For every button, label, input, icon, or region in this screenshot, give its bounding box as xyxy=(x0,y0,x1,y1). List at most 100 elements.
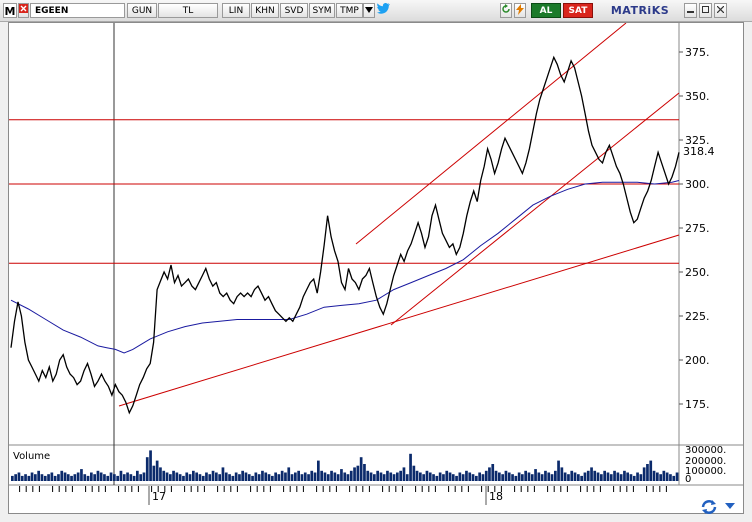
volume-bar xyxy=(527,472,531,481)
currency-button[interactable]: TL xyxy=(158,3,218,18)
volume-bar xyxy=(257,474,261,481)
volume-bar xyxy=(221,467,225,481)
volume-bar xyxy=(465,470,468,481)
volume-bar xyxy=(554,470,557,481)
volume-bar xyxy=(478,472,481,481)
volume-bar xyxy=(122,474,126,481)
volume-bar xyxy=(583,472,587,481)
volume-bar xyxy=(659,474,662,481)
volume-bar xyxy=(73,474,77,481)
triangle-down-icon xyxy=(365,7,373,13)
volume-bar xyxy=(103,474,106,481)
volume-bar xyxy=(261,470,264,481)
volume-bar xyxy=(277,474,281,481)
volume-bar xyxy=(580,475,583,481)
volume-bar xyxy=(30,472,34,481)
volume-bar xyxy=(323,472,327,481)
volume-bar xyxy=(629,474,633,481)
volume-bar xyxy=(379,472,383,481)
volume-bar xyxy=(619,474,623,481)
volume-bar xyxy=(537,472,541,481)
symbol-field[interactable]: EGEEN xyxy=(30,3,125,18)
volume-bar xyxy=(609,474,613,481)
lightning-button[interactable] xyxy=(514,3,526,18)
volume-bar xyxy=(639,474,643,481)
volume-bar xyxy=(155,460,159,481)
volume-bar xyxy=(425,470,429,481)
volume-bar xyxy=(563,472,567,481)
volume-bar xyxy=(530,474,534,481)
volume-bar xyxy=(662,470,666,481)
volume-bar xyxy=(672,475,676,481)
tmp-button[interactable]: TMP xyxy=(336,3,363,18)
volume-bar xyxy=(267,474,271,481)
refresh-button[interactable] xyxy=(500,3,512,18)
volume-bar xyxy=(547,472,551,481)
volume-bar xyxy=(11,475,14,481)
volume-bar xyxy=(40,474,44,481)
sync-button[interactable] xyxy=(700,498,718,516)
volume-bar xyxy=(116,475,119,481)
volume-bar xyxy=(596,472,600,481)
svd-button[interactable]: SVD xyxy=(280,3,308,18)
volume-bar xyxy=(178,474,182,481)
volume-bar xyxy=(534,469,537,481)
y-tick-label: 275. xyxy=(685,222,710,235)
volume-bar xyxy=(432,474,435,481)
volume-bar xyxy=(442,474,445,481)
sell-button[interactable]: SAT xyxy=(563,3,593,18)
volume-bar xyxy=(251,475,254,481)
volume-bar xyxy=(382,474,386,481)
volume-bar xyxy=(142,472,146,481)
volume-bar xyxy=(409,453,412,481)
volume-bar xyxy=(363,464,366,481)
sym-button[interactable]: SYM xyxy=(309,3,335,18)
buy-button[interactable]: AL xyxy=(531,3,561,18)
volume-bar xyxy=(113,474,116,481)
volume-bar xyxy=(511,474,514,481)
matriks-logo[interactable]: M xyxy=(3,3,17,18)
volume-bar xyxy=(198,474,202,481)
settings-button[interactable] xyxy=(722,498,740,516)
lightning-icon xyxy=(516,4,524,15)
minimize-button[interactable] xyxy=(684,3,697,18)
volume-bar xyxy=(422,474,425,481)
volume-bar xyxy=(389,472,393,481)
volume-bar xyxy=(264,472,268,481)
chart-area[interactable]: 375. 350. 325. 300. 275. 250. 225. 200. 175. 300… xyxy=(8,22,744,514)
volume-bar xyxy=(356,465,360,481)
volume-bar xyxy=(70,475,73,481)
toolbar: M EGEEN GUN TL LIN KHN SVD SYM TMP AL SA… xyxy=(0,0,752,22)
y-tick-label: 375. xyxy=(685,46,710,59)
period-button[interactable]: GUN xyxy=(127,3,157,18)
volume-bar xyxy=(557,460,560,481)
maximize-button[interactable] xyxy=(699,3,712,18)
volume-bar xyxy=(159,467,162,481)
volume-bar xyxy=(369,472,373,481)
volume-bar xyxy=(211,470,215,481)
volume-bar xyxy=(346,474,350,481)
twitter-button[interactable] xyxy=(376,3,390,18)
volume-bar xyxy=(83,474,87,481)
volume-bar xyxy=(60,470,64,481)
volume-bar xyxy=(550,474,554,481)
volume-bar xyxy=(642,467,646,481)
volume-bar xyxy=(656,472,659,481)
khn-button[interactable]: KHN xyxy=(251,3,279,18)
volume-bar xyxy=(24,474,27,481)
close-symbol-icon[interactable] xyxy=(18,3,29,18)
volume-bar xyxy=(590,467,593,481)
dropdown-arrow-icon xyxy=(725,503,735,509)
volume-bar xyxy=(106,475,110,481)
volume-bar xyxy=(455,475,458,481)
volume-bar xyxy=(330,470,333,481)
volume-bar xyxy=(218,474,221,481)
close-window-button[interactable] xyxy=(714,3,727,18)
volume-bar xyxy=(514,475,518,481)
volume-bar xyxy=(57,474,60,481)
price-chart[interactable]: 375.350.325.300.275.250.225.200.175. 300… xyxy=(9,22,743,513)
scale-button[interactable]: LIN xyxy=(222,3,250,18)
dropdown-button[interactable] xyxy=(363,3,375,18)
volume-bar xyxy=(132,475,136,481)
volume-bar xyxy=(244,472,248,481)
